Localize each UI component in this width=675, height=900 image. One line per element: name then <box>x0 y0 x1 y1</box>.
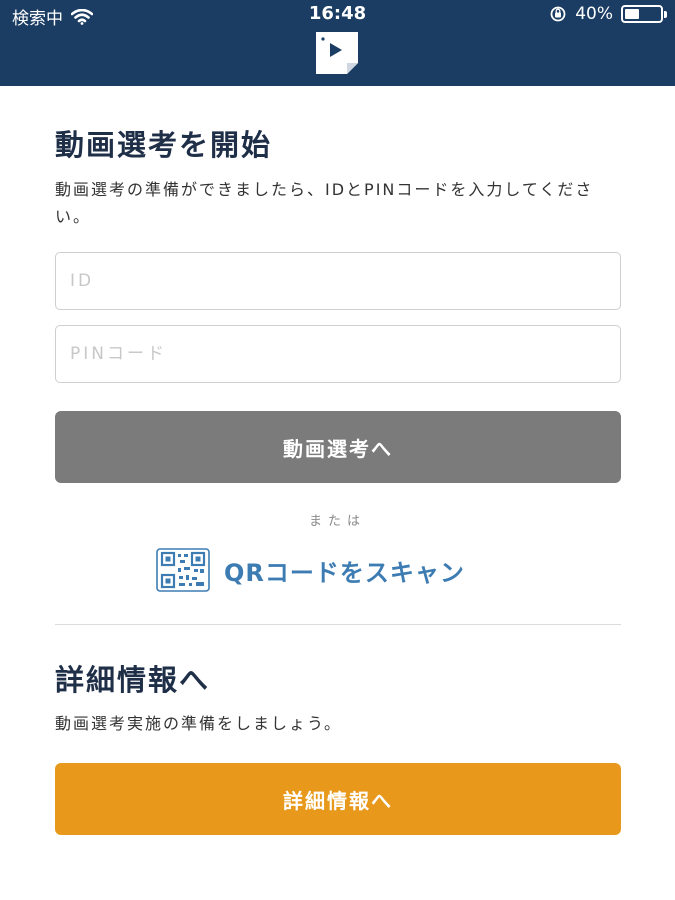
battery-icon <box>621 5 667 23</box>
video-document-logo-icon <box>316 32 358 74</box>
start-section-description: 動画選考の準備ができましたら、IDとPINコードを入力してください。 <box>55 180 594 226</box>
main-content: 動画選考を開始 動画選考の準備ができましたら、IDとPINコードを入力してくださ… <box>0 86 675 900</box>
view-details-button[interactable]: 詳細情報へ <box>55 763 621 835</box>
app-header: 検索中 16:48 40% <box>0 0 675 86</box>
start-section-title: 動画選考を開始 <box>55 128 273 162</box>
qr-code-icon <box>156 548 210 592</box>
battery-level <box>625 9 639 19</box>
section-divider <box>55 624 621 625</box>
orientation-lock-icon <box>550 6 566 22</box>
scan-qr-code-label: QRコードをスキャン <box>224 558 465 587</box>
status-right: 40% <box>549 4 667 24</box>
pin-code-input[interactable] <box>55 325 621 383</box>
id-input[interactable] <box>55 252 621 310</box>
details-section-title: 詳細情報へ <box>55 663 211 697</box>
start-video-screening-button[interactable]: 動画選考へ <box>55 411 621 483</box>
status-bar: 検索中 16:48 40% <box>0 0 675 30</box>
or-separator-text: または <box>308 514 366 529</box>
details-section-description: 動画選考実施の準備をしましょう。 <box>55 714 343 733</box>
scan-qr-code-link[interactable]: QRコードをスキャン <box>156 548 465 592</box>
battery-percent: 40% <box>575 4 613 24</box>
